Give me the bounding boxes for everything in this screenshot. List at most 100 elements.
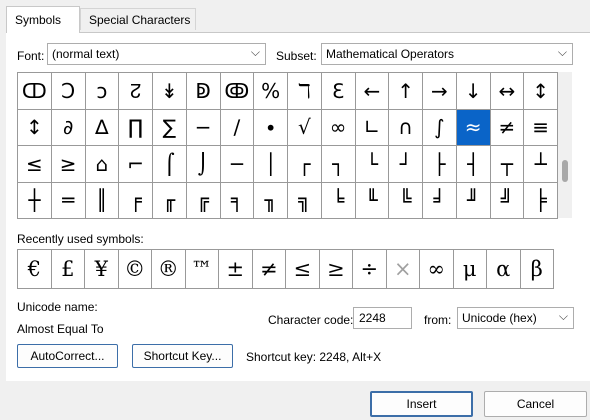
cancel-button[interactable]: Cancel <box>484 391 587 417</box>
recent-symbol-cell[interactable]: £ <box>52 250 85 288</box>
symbol-cell[interactable]: ↀ <box>18 73 52 110</box>
shortcut-key-text: Shortcut key: 2248, Alt+X <box>246 350 382 364</box>
symbol-cell[interactable]: ╓ <box>153 182 187 219</box>
symbol-cell[interactable]: ≤ <box>18 146 52 183</box>
symbol-cell[interactable]: ℸ <box>288 73 322 110</box>
symbol-cell[interactable]: ∂ <box>51 109 86 146</box>
symbol-cell[interactable]: ⌠ <box>153 146 187 183</box>
recent-symbol-cell[interactable]: α <box>487 250 521 288</box>
recent-symbol-cell[interactable]: × <box>387 250 420 288</box>
symbol-cell[interactable]: Ↄ <box>51 73 86 110</box>
autocorrect-label: AutoCorrect... <box>30 349 105 363</box>
subset-combobox[interactable]: Mathematical Operators ⌵ <box>321 43 573 65</box>
recent-symbol-cell[interactable]: ≠ <box>253 250 286 288</box>
symbol-cell[interactable]: ≠ <box>490 109 525 146</box>
symbol-cell[interactable]: ∞ <box>321 109 356 146</box>
character-code-input[interactable]: 2248 <box>353 307 412 329</box>
symbol-cell[interactable]: ℇ <box>321 73 356 110</box>
symbol-cell[interactable]: ┤ <box>456 146 491 183</box>
symbol-cell[interactable]: ↓ <box>456 73 491 110</box>
recent-symbol-cell[interactable]: ¥ <box>85 250 119 288</box>
symbol-cell[interactable]: ⌡ <box>186 146 221 183</box>
symbol-cell[interactable]: ┐ <box>321 146 356 183</box>
recent-symbol-cell[interactable]: © <box>119 250 152 288</box>
tab-symbols[interactable]: Symbols <box>6 6 80 33</box>
symbol-cell[interactable]: ┌ <box>288 146 322 183</box>
symbol-cell[interactable]: ≥ <box>51 146 86 183</box>
scrollbar-thumb[interactable] <box>562 160 568 182</box>
symbol-cell[interactable]: ╙ <box>355 182 390 219</box>
cancel-label: Cancel <box>516 397 555 411</box>
symbol-cell[interactable]: ↂ <box>220 73 255 110</box>
symbol-cell[interactable]: ╒ <box>119 182 153 219</box>
symbol-cell[interactable]: ↁ <box>186 73 221 110</box>
symbol-cell[interactable]: ╚ <box>389 182 423 219</box>
symbol-cell[interactable]: ∫ <box>423 109 457 146</box>
autocorrect-button[interactable]: AutoCorrect... <box>17 344 118 368</box>
symbol-cell[interactable]: ─ <box>220 146 255 183</box>
symbol-cell[interactable]: ┼ <box>18 182 52 219</box>
symbol-cell[interactable]: ∑ <box>153 109 187 146</box>
symbol-cell[interactable]: ╛ <box>423 182 457 219</box>
recent-symbol-cell[interactable]: ≥ <box>320 250 353 288</box>
symbol-cell[interactable]: ╞ <box>524 182 558 219</box>
symbol-cell[interactable]: ↊ <box>119 73 153 110</box>
symbol-cell[interactable]: ╔ <box>186 182 221 219</box>
symbol-cell[interactable]: ╝ <box>490 182 525 219</box>
symbol-cell[interactable]: ≡ <box>524 109 558 146</box>
symbol-cell[interactable]: ┴ <box>524 146 558 183</box>
recent-symbol-cell[interactable]: ∞ <box>420 250 454 288</box>
symbol-cell[interactable]: └ <box>355 146 390 183</box>
recent-symbol-cell[interactable]: ÷ <box>353 250 387 288</box>
symbol-grid[interactable]: ↀ Ↄↄ ↊ ↡ ↁ ↂ% ℸ ℇ ← ↑ → ↓ ↔ ↕ ↕ ∂ ∆ ∏ ∑ − ∕ ∙ √ ∞ ∟ ∩ ∫ ≈ ≠ ≡ ≤ ≥ ⌂ ⌐ ⌠ ⌡ ─ │… <box>17 72 558 219</box>
symbol-cell[interactable]: ╕ <box>220 182 255 219</box>
symbol-cell[interactable]: ⌂ <box>85 146 120 183</box>
tab-special-characters[interactable]: Special Characters <box>80 8 196 30</box>
insert-button[interactable]: Insert <box>370 391 473 417</box>
symbol-cell[interactable]: ╗ <box>288 182 322 219</box>
symbol-cell[interactable]: ┘ <box>389 146 423 183</box>
symbol-cell[interactable]: ╜ <box>456 182 491 219</box>
symbol-cell[interactable]: ↑ <box>389 73 423 110</box>
symbol-cell[interactable]: ← <box>355 73 390 110</box>
symbol-grid-scrollbar[interactable] <box>558 72 572 218</box>
symbol-cell[interactable]: → <box>423 73 457 110</box>
symbol-cell[interactable]: ⌐ <box>119 146 153 183</box>
unicode-name-value: Almost Equal To <box>17 322 104 336</box>
recent-symbol-cell[interactable]: ™ <box>186 250 219 288</box>
symbol-cell[interactable]: ┬ <box>490 146 525 183</box>
symbol-cell[interactable]: ∆ <box>85 109 120 146</box>
recent-symbols-grid[interactable]: € £ ¥ © ® ™ ± ≠ ≤ ≥ ÷ × ∞ μ α β <box>17 249 554 289</box>
symbol-cell[interactable]: ├ <box>423 146 457 183</box>
symbol-cell[interactable]: ↔ <box>490 73 525 110</box>
symbol-cell[interactable]: ↕ <box>18 109 52 146</box>
subset-value: Mathematical Operators <box>326 47 455 61</box>
symbol-cell[interactable]: ═ <box>51 182 86 219</box>
symbol-cell[interactable]: ∟ <box>355 109 390 146</box>
from-combobox[interactable]: Unicode (hex) ⌵ <box>457 307 574 329</box>
symbol-cell[interactable]: ↄ <box>85 73 120 110</box>
symbol-cell[interactable]: ↕ <box>524 73 558 110</box>
recent-symbol-cell[interactable]: μ <box>454 250 487 288</box>
symbol-cell[interactable]: ∕ <box>220 109 255 146</box>
symbol-cell[interactable]: ∩ <box>389 109 423 146</box>
symbol-cell[interactable]: ∏ <box>119 109 153 146</box>
recent-symbol-cell[interactable]: β <box>521 250 554 288</box>
symbol-cell[interactable]: ╖ <box>254 182 288 219</box>
symbol-cell[interactable]: ╘ <box>321 182 356 219</box>
subset-label: Subset: <box>276 49 317 63</box>
recent-symbol-cell[interactable]: ≤ <box>286 250 320 288</box>
shortcut-key-button[interactable]: Shortcut Key... <box>132 344 233 368</box>
recent-symbol-cell[interactable]: ± <box>219 250 253 288</box>
symbol-cell[interactable]: ≈ <box>456 109 491 146</box>
font-combobox[interactable]: (normal text) ⌵ <box>47 43 266 65</box>
symbol-cell[interactable]: ║ <box>85 182 120 219</box>
recent-symbol-cell[interactable]: ® <box>152 250 186 288</box>
symbol-cell[interactable]: % <box>254 73 288 110</box>
symbol-cell[interactable]: ∙ <box>254 109 288 146</box>
symbol-cell[interactable]: − <box>186 109 221 146</box>
symbol-cell[interactable]: √ <box>288 109 322 146</box>
symbol-cell[interactable]: ↡ <box>153 73 187 110</box>
recent-symbol-cell[interactable]: € <box>18 250 52 288</box>
symbol-cell[interactable]: │ <box>254 146 288 183</box>
